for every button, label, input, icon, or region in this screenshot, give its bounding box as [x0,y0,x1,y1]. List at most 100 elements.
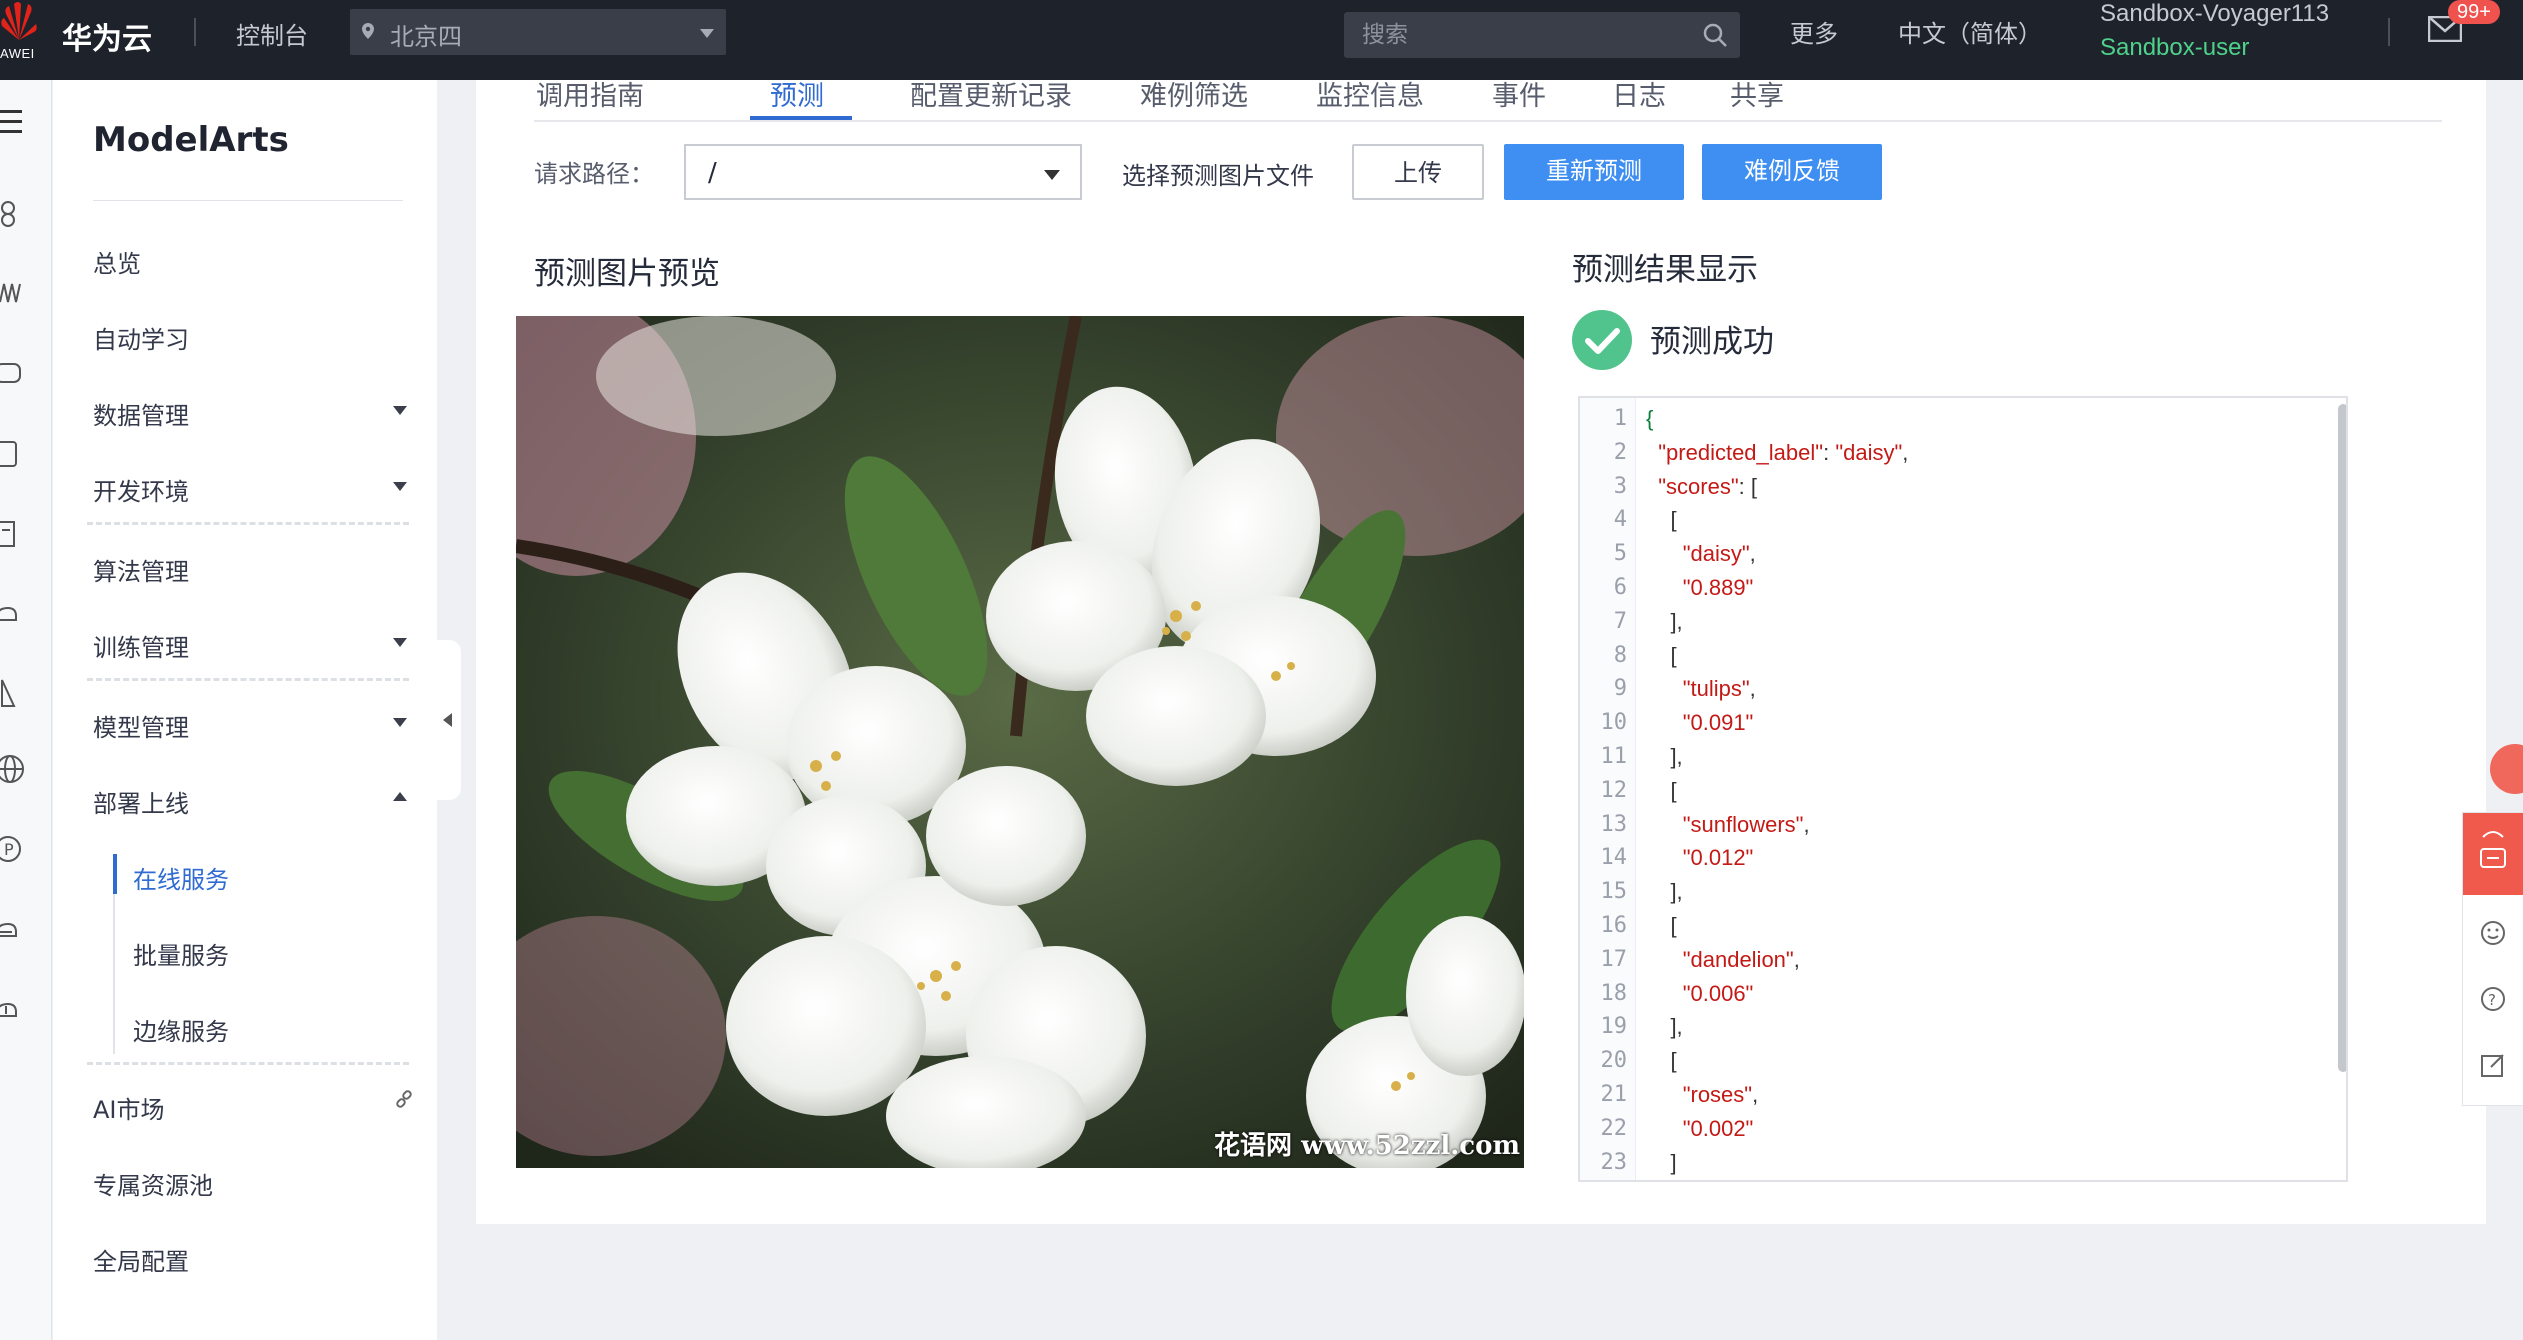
tab-events[interactable]: 事件 [1492,74,1546,113]
line-number: 3 [1613,473,1627,499]
storage-icon[interactable] [0,912,24,946]
json-line: "roses", [1682,1082,1759,1107]
wave-icon[interactable] [0,278,24,308]
preview-image: 花语网 www.52zzl.com [516,316,1524,1168]
flower-photo [516,316,1524,1168]
cloud-icon[interactable] [0,598,24,628]
upload-button[interactable]: 上传 [1352,144,1484,200]
menu-icon[interactable] [0,108,24,136]
language-switch[interactable]: 中文（简体） [1898,14,2042,49]
line-number: 11 [1600,744,1628,769]
side-navigation: ModelArts 总览 自动学习 数据管理 开发环境 算法管理 训练管理 模型… [53,80,437,1340]
chevron-left-icon [443,713,452,727]
chevron-down-icon [700,29,714,38]
request-path-select[interactable]: / [684,144,1082,200]
global-search[interactable] [1344,12,1740,58]
divider [2388,18,2390,46]
image-watermark: 花语网 www.52zzl.com [1214,1131,1520,1161]
sidebar-item-data-management[interactable]: 数据管理 [93,396,189,431]
cloud-service-icon[interactable] [0,198,24,228]
json-result-viewer[interactable]: 1 2 3 4 5 6 7 8 9 10 11 12 13 14 15 16 17 18 19 20 21 22 23 { … [1578,396,2348,1182]
sidebar-item-model-management[interactable]: 模型管理 [93,708,189,743]
nav-divider [87,678,409,681]
chat-icon [2480,831,2506,868]
brand-name[interactable]: 华为云 [62,14,152,58]
hard-example-feedback-button[interactable]: 难例反馈 [1702,144,1882,200]
scrollbar-thumb[interactable] [2338,404,2346,1072]
tab-predict[interactable]: 预测 [770,74,824,113]
json-line: "0.012" [1682,845,1754,871]
line-number: 10 [1600,710,1628,736]
search-input[interactable] [1344,12,1684,58]
sidebar-item-deployment[interactable]: 部署上线 [93,784,189,819]
external-link-icon[interactable] [393,1090,415,1112]
tab-monitoring[interactable]: 监控信息 [1316,74,1424,113]
result-title: 预测结果显示 [1572,252,1758,288]
parking-icon[interactable]: P [0,832,26,866]
sidebar-item-online-service[interactable]: 在线服务 [133,860,229,895]
tab-call-guide[interactable]: 调用指南 [536,74,644,113]
chevron-down-icon [1044,170,1060,180]
line-number: 6 [1613,575,1627,600]
line-number: 8 [1613,642,1627,668]
sidebar-item-overview[interactable]: 总览 [93,244,141,279]
sidebar-item-dedicated-pool[interactable]: 专属资源池 [93,1166,213,1201]
choose-file-label: 选择预测图片文件 [1122,162,1314,190]
tab-share[interactable]: 共享 [1730,74,1784,113]
region-select[interactable]: 北京四 [350,9,726,55]
tab-logs[interactable]: 日志 [1612,74,1666,113]
search-icon[interactable] [1702,22,1728,48]
line-number: 5 [1613,541,1627,567]
smile-icon[interactable] [2479,919,2507,947]
json-scrollbar[interactable] [2336,402,2346,1180]
sidebar-item-dev-environment[interactable]: 开发环境 [93,472,189,507]
tab-hard-examples[interactable]: 难例筛选 [1140,74,1248,113]
chevron-down-icon[interactable] [393,718,407,727]
huawei-logo-icon[interactable]: AWEI [0,0,38,62]
location-pin-icon [362,23,374,39]
user-name[interactable]: Sandbox-user [2100,34,2249,62]
sidebar-item-batch-service[interactable]: 批量服务 [133,936,229,971]
cloud-upload-icon[interactable] [0,992,24,1026]
sidebar-item-algorithm-management[interactable]: 算法管理 [93,552,189,587]
more-menu[interactable]: 更多 [1790,14,1838,49]
json-line: "0.091" [1682,710,1754,736]
main-panel: 调用指南 预测 配置更新记录 难例筛选 监控信息 事件 日志 共享 请求路径： … [476,80,2486,1224]
sidebar-item-auto-learning[interactable]: 自动学习 [93,320,189,355]
file-icon[interactable] [0,518,24,548]
chevron-up-icon[interactable] [393,792,407,801]
sidebar-item-edge-service[interactable]: 边缘服务 [133,1012,229,1047]
sidebar-item-training-management[interactable]: 训练管理 [93,628,189,663]
floating-toolbar: ? [2462,812,2523,1106]
chevron-down-icon[interactable] [393,482,407,491]
line-number: 19 [1600,1014,1628,1040]
line-number: 16 [1600,913,1628,938]
line-number: 4 [1613,507,1627,533]
success-check-icon [1572,310,1632,370]
edit-feedback-icon[interactable] [2479,1051,2507,1079]
chevron-down-icon[interactable] [393,638,407,647]
sidebar-item-ai-market[interactable]: AI市场 [93,1090,165,1125]
database-icon[interactable] [0,358,24,388]
line-number: 13 [1600,811,1628,837]
collapse-sidebar-button[interactable] [437,640,461,800]
assistant-avatar-icon[interactable] [2490,744,2523,794]
preview-title: 预测图片预览 [534,256,720,292]
line-number: 7 [1613,608,1627,634]
json-line: "dandelion", [1682,946,1800,972]
chevron-down-icon[interactable] [393,406,407,415]
account-name[interactable]: Sandbox-Voyager113 [2100,0,2329,28]
repredict-button[interactable]: 重新预测 [1504,144,1684,200]
globe-icon[interactable] [0,752,26,786]
json-line: "0.002" [1682,1115,1754,1141]
notification-badge[interactable]: 99+ [2448,0,2500,24]
console-link[interactable]: 控制台 [236,16,308,51]
svg-text:P: P [4,840,14,859]
json-line: [ [1646,777,1677,803]
sidebar-item-global-config[interactable]: 全局配置 [93,1242,189,1277]
deploy-icon[interactable] [0,678,24,712]
tab-config-history[interactable]: 配置更新记录 [910,74,1072,113]
help-icon[interactable]: ? [2479,985,2507,1013]
document-icon[interactable] [0,438,24,468]
chat-button[interactable] [2463,813,2523,895]
